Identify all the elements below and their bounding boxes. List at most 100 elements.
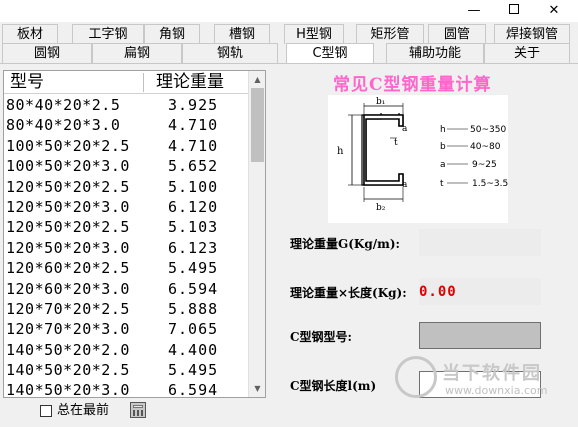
tab-channel-steel[interactable]: 槽钢 [214,24,270,44]
range-name-b: b [440,142,446,152]
always-on-top-label: 总在最前 [57,403,110,418]
c-steel-length-label: C型钢长度l(m) [290,379,377,393]
list-row[interactable]: 120*50*20*3.0 6.120 [4,197,249,217]
watermark-logo-icon [395,356,437,398]
scroll-up-icon[interactable]: ▲ [249,71,265,88]
range-value-t: 1.5~3.5 [472,179,508,189]
row-weight: 4.710 [168,116,219,135]
range-name-h: h [440,125,446,135]
vertical-scrollbar[interactable]: ▲ ▼ [248,71,265,397]
row-type: 120*70*20*2.5 [6,299,130,318]
list-row[interactable]: 120*50*20*3.0 6.123 [4,238,249,258]
row-weight: 5.100 [168,177,219,196]
scroll-thumb[interactable] [251,88,264,162]
row-type: 120*50*20*2.5 [6,177,130,196]
list-row[interactable]: 140*50*20*2.0 4.400 [4,340,249,360]
list-row[interactable]: 80*40*20*3.0 4.710 [4,115,249,135]
c-steel-model-field[interactable] [419,322,541,349]
range-value-h: 50~350 [470,125,506,135]
c-profile-shape [363,114,404,186]
tab-h-beam[interactable]: H型钢 [284,24,344,44]
range-name-t: t [440,179,444,189]
c-profile-outline [361,113,404,186]
scroll-down-icon[interactable]: ▼ [249,380,265,397]
tab-round-bar[interactable]: 圆钢 [2,43,92,63]
tab-about[interactable]: 关于 [484,43,570,63]
row-type: 120*50*20*3.0 [6,238,130,257]
label-h: h [337,146,344,157]
row-weight: 5.652 [168,157,219,176]
tab-plate[interactable]: 板材 [2,24,58,44]
tab-rail[interactable]: 钢轨 [182,43,278,63]
list-row[interactable]: 80*40*20*2.5 3.925 [4,95,249,115]
total-weight-value: 0.00 [419,284,457,300]
label-b1: b₁ [376,97,385,107]
c-steel-cross-section: h b₁ b₂ a a t h 50~350 b 40~80 a 9~25 t … [337,97,508,213]
label-a-top: a [402,124,408,134]
column-header-weight[interactable]: 理论重量 [156,71,224,94]
list-row[interactable]: 120*50*20*2.5 5.103 [4,217,249,237]
tab-round-tube[interactable]: 圆管 [428,24,486,44]
list-row[interactable]: 100*50*20*2.5 4.710 [4,136,249,156]
row-weight: 4.400 [168,340,219,359]
label-b2: b₂ [376,203,386,213]
calculator-icon[interactable] [130,402,146,418]
list-row[interactable]: 120*70*20*2.5 5.888 [4,299,249,319]
c-steel-list[interactable]: 型号 理论重量 80*40*20*2.5 3.925 80*40*20*3.0 4.… [3,70,266,398]
total-weight-label: 理论重量×长度(Kg): [290,286,407,300]
column-header-type[interactable]: 型号 [10,71,44,94]
row-weight: 6.594 [168,381,219,398]
list-header: 型号 理论重量 [4,71,249,94]
calculator-keys [133,410,143,416]
row-weight: 6.120 [168,197,219,216]
row-type: 80*40*20*3.0 [6,116,121,135]
watermark-url: www.downxia.com [445,384,548,397]
tab-rect-tube[interactable]: 矩形管 [356,24,424,44]
row-type: 100*50*20*3.0 [6,157,130,176]
tab-angle-steel[interactable]: 角钢 [144,24,200,44]
list-row[interactable]: 100*50*20*3.0 5.652 [4,156,249,176]
label-t: t [394,138,398,148]
unit-weight-output [419,229,541,256]
minimize-button[interactable]: — [454,0,494,22]
tab-i-beam[interactable]: 工字钢 [72,24,144,44]
range-value-b: 40~80 [470,142,501,152]
range-name-a: a [440,160,446,170]
calculator-title: 常见C型钢重量计算 [333,75,492,95]
tab-divider [0,63,578,64]
close-button[interactable]: ✕ [534,0,574,22]
tab-flat-bar[interactable]: 扁钢 [92,43,182,63]
c-steel-diagram: h b₁ b₂ a a t h 50~350 b 40~80 a 9~25 t … [328,95,508,223]
row-weight: 5.888 [168,299,219,318]
column-separator[interactable] [143,73,144,92]
row-type: 140*50*20*2.5 [6,361,130,380]
watermark: 当下软件园 www.downxia.com [395,356,567,404]
row-type: 120*60*20*2.5 [6,259,130,278]
list-row[interactable]: 120*50*20*2.5 5.100 [4,177,249,197]
tab-auxiliary[interactable]: 辅助功能 [386,43,484,63]
row-weight: 6.594 [168,279,219,298]
tab-c-steel[interactable]: C型钢 [286,43,374,64]
label-a-bottom: a [402,180,408,190]
tab-welded-pipe[interactable]: 焊接钢管 [494,24,570,44]
row-weight: 7.065 [168,320,219,339]
row-type: 120*50*20*2.5 [6,218,130,237]
range-value-a: 9~25 [472,160,497,170]
row-type: 120*70*20*3.0 [6,320,130,339]
row-type: 140*50*20*3.0 [6,381,130,398]
maximize-button[interactable] [494,0,534,22]
list-row[interactable]: 120*60*20*2.5 5.495 [4,258,249,278]
watermark-text: 当下软件园 [442,363,542,384]
row-type: 120*50*20*3.0 [6,197,130,216]
row-type: 100*50*20*2.5 [6,136,130,155]
row-weight: 5.495 [168,259,219,278]
always-on-top-checkbox[interactable] [40,405,52,417]
list-row[interactable]: 120*60*20*3.0 6.594 [4,279,249,299]
calculator-screen [133,405,143,408]
title-bar: — ✕ [0,0,578,22]
maximize-icon [509,4,519,14]
list-row[interactable]: 140*50*20*3.0 6.594 [4,380,249,398]
list-row[interactable]: 120*70*20*3.0 7.065 [4,319,249,339]
list-row[interactable]: 140*50*20*2.5 5.495 [4,360,249,380]
row-weight: 3.925 [168,96,219,114]
